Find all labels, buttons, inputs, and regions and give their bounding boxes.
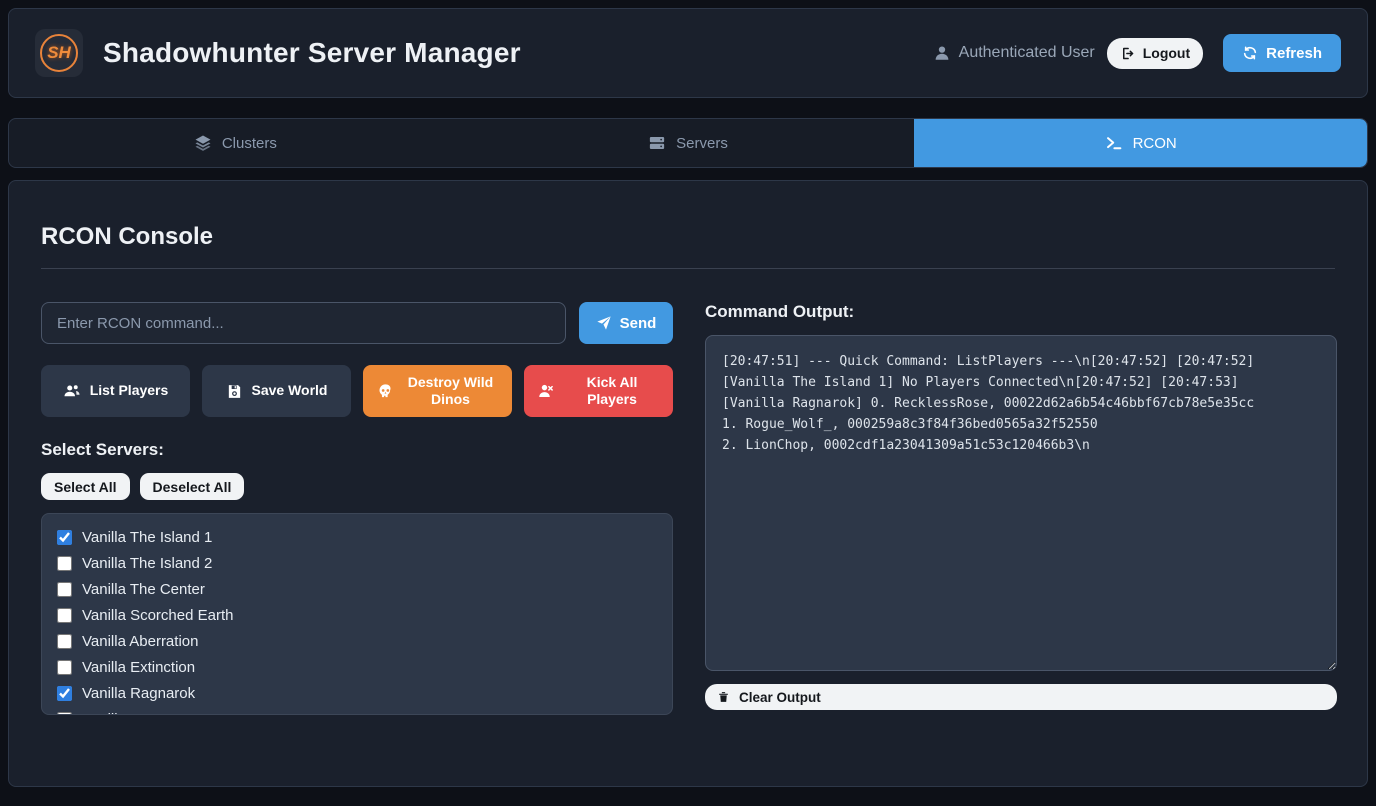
server-row[interactable]: Vanilla <box>57 706 657 715</box>
server-row[interactable]: Vanilla The Island 1 <box>57 524 657 550</box>
select-servers-heading: Select Servers: <box>41 440 673 460</box>
server-checkbox[interactable] <box>57 712 72 716</box>
app-title: Shadowhunter Server Manager <box>103 37 521 69</box>
rcon-command-input[interactable] <box>41 302 566 344</box>
tab-clusters-label: Clusters <box>222 135 277 152</box>
refresh-label: Refresh <box>1266 45 1322 62</box>
server-row[interactable]: Vanilla Aberration <box>57 628 657 654</box>
send-label: Send <box>620 315 657 332</box>
list-players-label: List Players <box>90 382 169 400</box>
send-button[interactable]: Send <box>579 302 673 344</box>
server-row[interactable]: Vanilla Extinction <box>57 654 657 680</box>
server-label: Vanilla Aberration <box>82 633 198 650</box>
destroy-wild-dinos-label: Destroy Wild Dinos <box>403 374 499 409</box>
deselect-all-button[interactable]: Deselect All <box>140 473 245 500</box>
refresh-icon <box>1242 45 1258 61</box>
page-title: RCON Console <box>41 223 1335 251</box>
tab-bar: Clusters Servers RCON <box>8 118 1368 168</box>
command-output-heading: Command Output: <box>705 302 1337 322</box>
user-icon <box>933 44 951 62</box>
tab-rcon-label: RCON <box>1133 135 1177 152</box>
trash-icon <box>717 690 730 704</box>
tab-servers-label: Servers <box>676 135 728 152</box>
server-icon <box>648 134 666 152</box>
server-label: Vanilla <box>82 711 126 716</box>
skull-icon <box>377 383 394 400</box>
destroy-wild-dinos-button[interactable]: Destroy Wild Dinos <box>363 365 512 417</box>
command-column: Send List Players Save World <box>41 302 673 715</box>
tab-rcon[interactable]: RCON <box>914 119 1367 167</box>
divider <box>41 268 1335 269</box>
output-column: Command Output: [20:47:51] --- Quick Com… <box>705 302 1337 715</box>
send-icon <box>596 315 612 331</box>
app-logo: SH <box>35 29 83 77</box>
logout-label: Logout <box>1143 45 1190 61</box>
server-checkbox[interactable] <box>57 530 72 545</box>
select-all-button[interactable]: Select All <box>41 473 130 500</box>
server-checkbox[interactable] <box>57 686 72 701</box>
server-label: Vanilla The Center <box>82 581 205 598</box>
server-checkbox[interactable] <box>57 634 72 649</box>
server-row[interactable]: Vanilla The Island 2 <box>57 550 657 576</box>
server-label: Vanilla The Island 2 <box>82 555 212 572</box>
server-label: Vanilla Extinction <box>82 659 195 676</box>
server-list[interactable]: Vanilla The Island 1 Vanilla The Island … <box>41 513 673 715</box>
clear-output-button[interactable]: Clear Output <box>705 684 1337 710</box>
server-checkbox[interactable] <box>57 556 72 571</box>
layers-icon <box>194 134 212 152</box>
server-checkbox[interactable] <box>57 660 72 675</box>
kick-all-players-button[interactable]: Kick All Players <box>524 365 673 417</box>
tab-clusters[interactable]: Clusters <box>9 119 462 167</box>
tab-servers[interactable]: Servers <box>462 119 915 167</box>
server-checkbox[interactable] <box>57 582 72 597</box>
save-icon <box>226 383 243 400</box>
logo-sh-icon: SH <box>40 34 78 72</box>
save-world-label: Save World <box>252 382 328 400</box>
logout-button[interactable]: Logout <box>1107 38 1203 69</box>
user-x-icon <box>537 382 555 400</box>
logout-icon <box>1120 46 1135 61</box>
rcon-console-panel: RCON Console Send List Players <box>8 180 1368 787</box>
authenticated-user-label: Authenticated User <box>959 44 1095 62</box>
command-output-textarea[interactable]: [20:47:51] --- Quick Command: ListPlayer… <box>705 335 1337 671</box>
refresh-button[interactable]: Refresh <box>1223 34 1341 72</box>
server-label: Vanilla The Island 1 <box>82 529 212 546</box>
server-checkbox[interactable] <box>57 608 72 623</box>
server-row[interactable]: Vanilla Ragnarok <box>57 680 657 706</box>
terminal-icon <box>1105 134 1123 152</box>
save-world-button[interactable]: Save World <box>202 365 351 417</box>
clear-output-label: Clear Output <box>739 690 821 705</box>
users-icon <box>63 382 81 400</box>
kick-all-players-label: Kick All Players <box>564 374 660 409</box>
app-header: SH Shadowhunter Server Manager Authentic… <box>8 8 1368 98</box>
server-label: Vanilla Scorched Earth <box>82 607 233 624</box>
server-row[interactable]: Vanilla Scorched Earth <box>57 602 657 628</box>
list-players-button[interactable]: List Players <box>41 365 190 417</box>
server-row[interactable]: Vanilla The Center <box>57 576 657 602</box>
server-label: Vanilla Ragnarok <box>82 685 195 702</box>
